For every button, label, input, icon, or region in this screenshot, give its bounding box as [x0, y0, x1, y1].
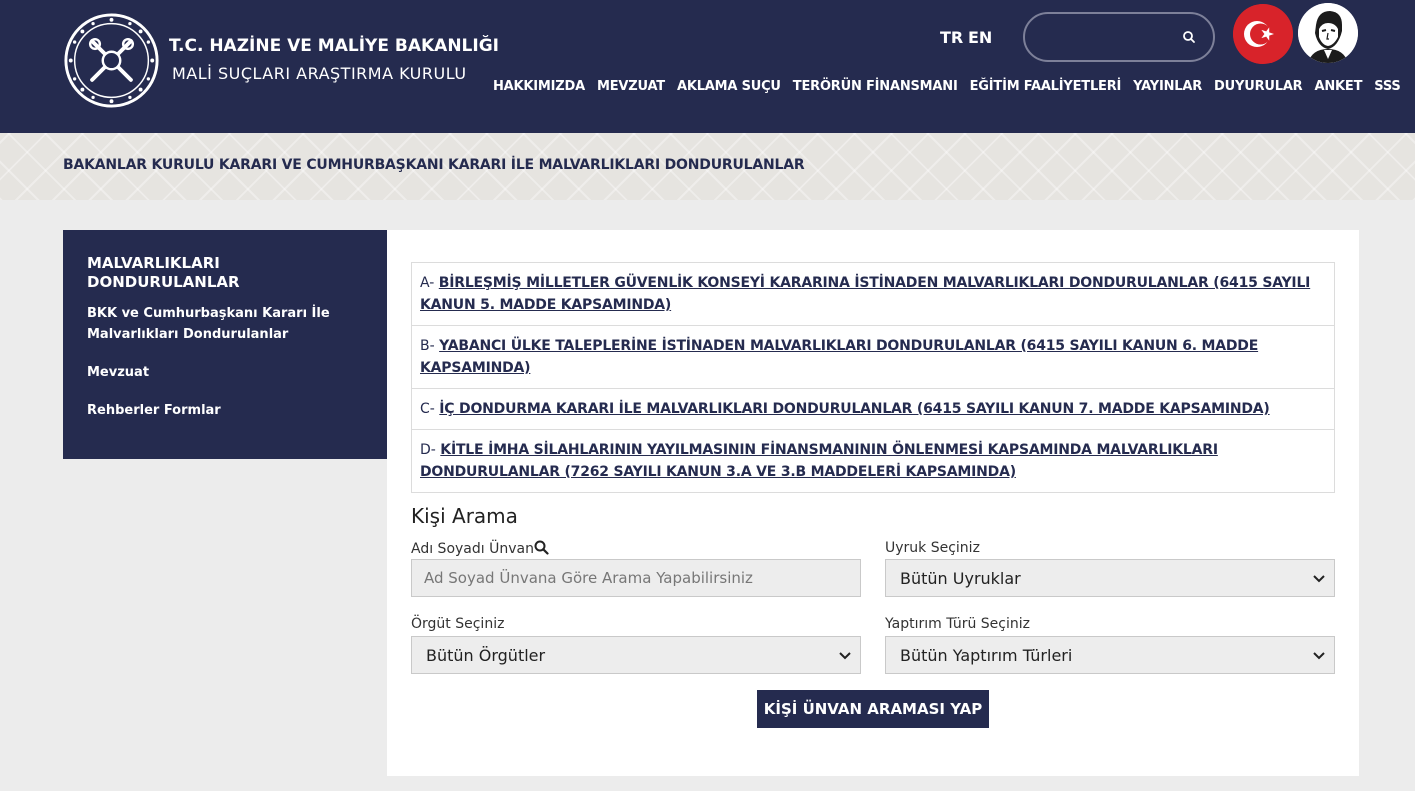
nav-mevzuat[interactable]: MEVZUAT — [597, 79, 665, 94]
search-icon[interactable] — [1178, 28, 1200, 46]
category-link-list: A- BİRLEŞMİŞ MİLLETLER GÜVENLİK KONSEYİ … — [411, 262, 1335, 493]
site-header: T.C. HAZİNE VE MALİYE BAKANLIĞI MALİ SUÇ… — [0, 0, 1415, 133]
nav-egitim-faaliyetleri[interactable]: EĞİTİM FAALİYETLERİ — [970, 79, 1122, 94]
nav-aklama-sucu[interactable]: AKLAMA SUÇU — [677, 79, 781, 94]
content-panel: A- BİRLEŞMİŞ MİLLETLER GÜVENLİK KONSEYİ … — [387, 230, 1359, 776]
nav-sss[interactable]: SSS — [1374, 79, 1401, 94]
nav-yayinlar[interactable]: YAYINLAR — [1133, 79, 1202, 94]
nationality-select[interactable]: Bütün Uyruklar — [885, 559, 1335, 597]
sidebar-heading: MALVARLIKLARI DONDURULANLAR — [87, 254, 240, 291]
page-title: BAKANLAR KURULU KARARI VE CUMHURBAŞKANI … — [63, 157, 805, 173]
link-category-b[interactable]: YABANCI ÜLKE TALEPLERİNE İSTİNADEN MALVA… — [420, 338, 1258, 376]
link-category-c[interactable]: İÇ DONDURMA KARARI İLE MALVARLIKLARI DON… — [439, 401, 1270, 417]
chevron-down-icon — [1313, 652, 1325, 660]
nav-terorun-finansmani[interactable]: TERÖRÜN FİNANSMANI — [793, 79, 958, 94]
sidebar-item-mevzuat[interactable]: Mevzuat — [87, 362, 363, 383]
name-field-label: Adı Soyadı Ünvan — [411, 540, 549, 557]
link-category-a[interactable]: BİRLEŞMİŞ MİLLETLER GÜVENLİK KONSEYİ KAR… — [420, 275, 1310, 313]
link-prefix: C- — [420, 401, 440, 417]
list-item: A- BİRLEŞMİŞ MİLLETLER GÜVENLİK KONSEYİ … — [412, 263, 1334, 326]
org-select[interactable]: Bütün Örgütler — [411, 636, 861, 674]
list-item: C- İÇ DONDURMA KARARI İLE MALVARLIKLARI … — [412, 389, 1334, 430]
org-label: Örgüt Seçiniz — [411, 616, 505, 632]
nav-anket[interactable]: ANKET — [1315, 79, 1363, 94]
language-tr-link[interactable]: TR — [940, 28, 963, 47]
sanction-type-select[interactable]: Bütün Yaptırım Türleri — [885, 636, 1335, 674]
main-nav: HAKKIMIZDA MEVZUAT AKLAMA SUÇU TERÖRÜN F… — [493, 79, 1401, 94]
link-prefix: A- — [420, 275, 439, 291]
nationality-selected-value: Bütün Uyruklar — [900, 568, 1021, 588]
org-selected-value: Bütün Örgütler — [426, 645, 546, 665]
language-en-link[interactable]: EN — [968, 28, 992, 47]
list-item: D- KİTLE İMHA SİLAHLARININ YAYILMASININ … — [412, 430, 1334, 492]
sanction-selected-value: Bütün Yaptırım Türleri — [900, 645, 1073, 665]
chevron-down-icon — [1313, 575, 1325, 583]
page-title-banner: BAKANLAR KURULU KARARI VE CUMHURBAŞKANI … — [0, 133, 1415, 200]
brand-title: T.C. HAZİNE VE MALİYE BAKANLIĞI — [169, 36, 499, 56]
turkish-flag-icon[interactable] — [1233, 4, 1293, 64]
person-search-heading: Kişi Arama — [411, 504, 518, 528]
link-category-d[interactable]: KİTLE İMHA SİLAHLARININ YAYILMASININ FİN… — [420, 442, 1218, 480]
sanction-label: Yaptırım Türü Seçiniz — [885, 616, 1030, 632]
sidebar-item-bkk[interactable]: BKK ve Cumhurbaşkanı Kararı İle Malvarlı… — [87, 303, 363, 345]
link-prefix: B- — [420, 338, 440, 354]
person-search-submit-button[interactable]: KİŞİ ÜNVAN ARAMASI YAP — [757, 690, 989, 728]
nav-duyurular[interactable]: DUYURULAR — [1214, 79, 1303, 94]
magnifier-icon — [534, 540, 549, 555]
name-search-input[interactable] — [411, 559, 861, 597]
sidebar: MALVARLIKLARI DONDURULANLAR BKK ve Cumhu… — [63, 230, 387, 459]
nav-hakkimizda[interactable]: HAKKIMIZDA — [493, 79, 585, 94]
site-search-input[interactable] — [1035, 22, 1175, 52]
list-item: B- YABANCI ÜLKE TALEPLERİNE İSTİNADEN MA… — [412, 326, 1334, 389]
name-label-text: Adı Soyadı Ünvan — [411, 541, 534, 557]
nationality-label: Uyruk Seçiniz — [885, 540, 980, 556]
chevron-down-icon — [839, 652, 851, 660]
ministry-emblem-icon[interactable] — [63, 12, 160, 109]
link-prefix: D- — [420, 442, 441, 458]
ataturk-portrait-icon[interactable] — [1298, 3, 1358, 63]
sidebar-item-rehberler[interactable]: Rehberler Formlar — [87, 400, 363, 421]
brand-subtitle: MALİ SUÇLARI ARAŞTIRMA KURULU — [172, 64, 467, 83]
